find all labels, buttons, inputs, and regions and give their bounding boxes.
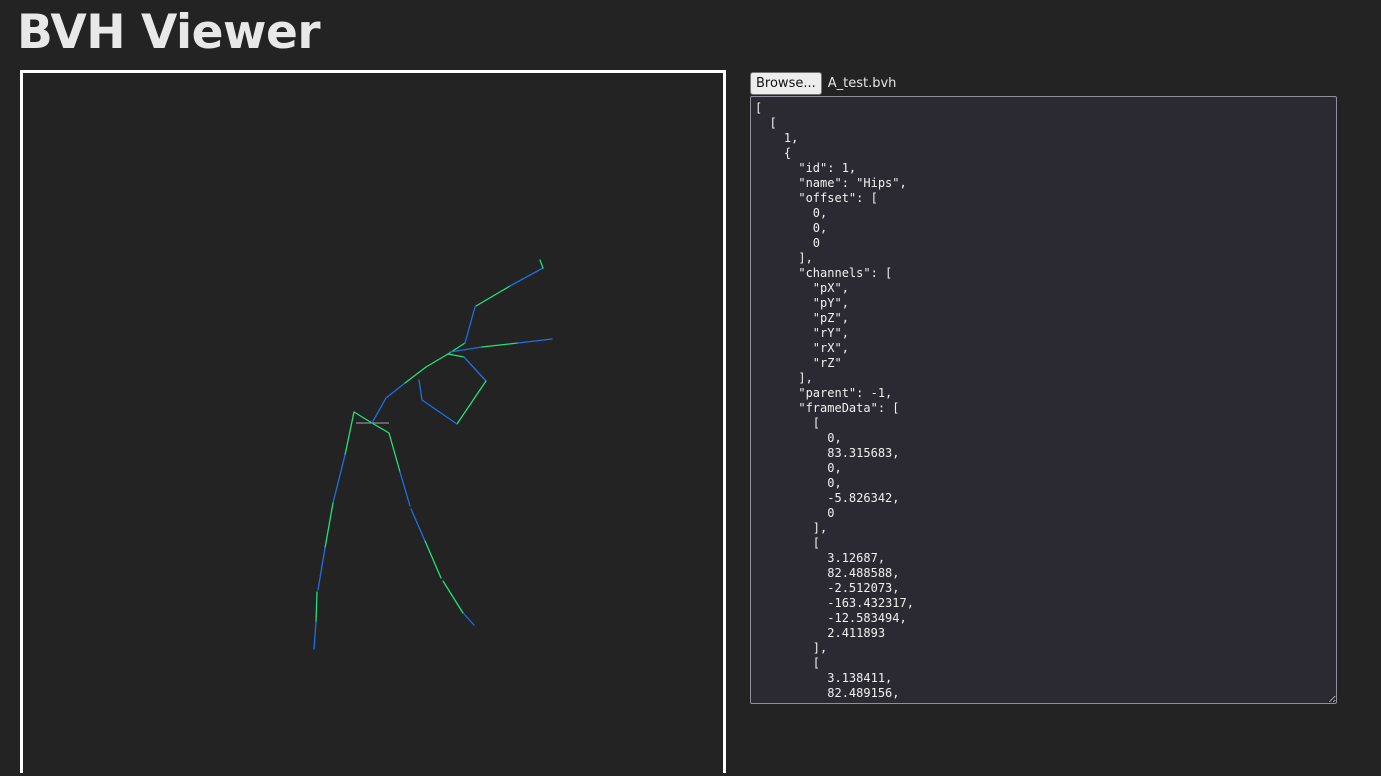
skeleton-viewport-canvas[interactable] xyxy=(20,70,726,773)
bone-left-leg xyxy=(313,411,373,650)
bone-spine xyxy=(371,353,449,424)
bvh-json-textarea[interactable]: [ [ 1, { "id": 1, "name": "Hips", "offse… xyxy=(750,96,1337,704)
selected-file-name: A_test.bvh xyxy=(827,76,897,91)
bone-left-arm xyxy=(447,259,544,355)
file-input: Browse... A_test.bvh xyxy=(750,72,896,95)
skeleton-figure xyxy=(313,259,553,650)
browse-button[interactable]: Browse... xyxy=(750,72,822,95)
page-title: BVH Viewer xyxy=(17,5,321,60)
bone-right-leg xyxy=(371,422,475,626)
